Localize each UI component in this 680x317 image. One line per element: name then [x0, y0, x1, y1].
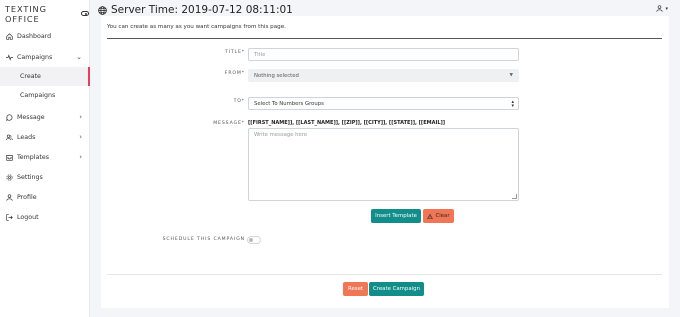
sidebar-item-dashboard[interactable]: Dashboard: [0, 26, 90, 46]
insert-template-button[interactable]: Insert Template: [371, 209, 421, 223]
sidebar-item-settings[interactable]: Settings: [0, 167, 90, 187]
sidebar-item-templates[interactable]: Templates ›: [0, 147, 90, 167]
divider: [107, 274, 662, 275]
sidebar-item-label: Message: [17, 113, 45, 121]
reset-label: Reset: [347, 286, 364, 292]
sidebar-item-label: Logout: [17, 213, 39, 221]
activity-icon: [6, 53, 13, 61]
reset-button[interactable]: Reset: [343, 282, 368, 296]
title-placeholder: Title: [254, 51, 266, 58]
create-campaign-button[interactable]: Create Campaign: [369, 282, 424, 296]
brand-title: TEXTING OFFICE: [5, 3, 47, 24]
chevron-right-icon: ›: [79, 153, 82, 161]
to-label: TO*: [233, 99, 245, 104]
globe-icon: [98, 5, 107, 15]
message-textarea[interactable]: Write message here: [248, 128, 519, 201]
logout-icon: [6, 213, 13, 221]
schedule-label: SCHEDULE THIS CAMPAIGN: [162, 237, 245, 242]
sidebar-item-leads[interactable]: Leads ›: [0, 127, 90, 147]
to-selected-value: Select To Numbers Groups: [254, 100, 324, 107]
gear-icon: [6, 173, 13, 181]
toggle-knob: [249, 238, 253, 242]
create-campaign-label: Create Campaign: [372, 286, 420, 292]
server-time: Server Time: 2019-07-12 08:11:01: [111, 4, 293, 16]
users-icon: [6, 134, 13, 141]
user-icon: [656, 5, 664, 12]
from-selected-value: Nothing selected: [254, 72, 299, 79]
inbox-icon: [6, 154, 13, 161]
resize-grip-icon[interactable]: [512, 194, 517, 199]
sidebar-subitem-create[interactable]: Create: [0, 67, 90, 86]
divider: [107, 38, 662, 39]
sidebar-item-message[interactable]: Message ›: [0, 107, 90, 127]
sidebar-item-label: Settings: [17, 173, 43, 181]
sidebar-item-logout[interactable]: Logout: [0, 207, 90, 227]
sidebar-item-campaigns[interactable]: Campaigns ⌄: [0, 47, 90, 67]
sidebar-item-label: Dashboard: [17, 32, 52, 40]
title-input[interactable]: Title: [248, 48, 519, 61]
user-icon: [6, 193, 13, 201]
chevron-right-icon: ›: [79, 113, 82, 121]
merge-tokens: [[FIRST_NAME]], [[LAST_NAME]], [[ZIP]], …: [248, 120, 446, 126]
user-menu[interactable]: ▾: [656, 5, 668, 12]
sidebar-toggle-icon[interactable]: [80, 11, 89, 16]
clear-label: Clear: [435, 213, 450, 219]
from-select[interactable]: Nothing selected ▼: [248, 69, 519, 82]
sidebar-item-label: Campaigns: [17, 53, 53, 61]
from-label: FROM*: [224, 71, 245, 76]
updown-icon: ▴ ▾: [511, 98, 514, 109]
message-label: MESSAGE*: [213, 121, 245, 126]
message-icon: [6, 113, 13, 121]
insert-template-label: Insert Template: [375, 213, 417, 219]
schedule-toggle[interactable]: [247, 236, 261, 244]
sidebar: TEXTING OFFICE Dashboard Campaigns ⌄ Cre…: [0, 0, 90, 317]
chevron-down-icon: ▼: [509, 73, 513, 78]
page-intro: You can create as many as you want campa…: [107, 24, 286, 30]
sidebar-item-profile[interactable]: Profile: [0, 187, 90, 207]
sidebar-subitem-label: Campaigns: [20, 92, 56, 99]
warning-icon: [427, 213, 434, 219]
sidebar-item-label: Profile: [17, 193, 37, 201]
brand: TEXTING OFFICE: [0, 0, 89, 27]
chevron-right-icon: ›: [79, 133, 82, 141]
message-placeholder: Write message here: [254, 132, 308, 138]
chevron-down-icon: ⌄: [76, 53, 82, 61]
sidebar-item-label: Leads: [17, 133, 36, 141]
title-label: TITLE*: [224, 50, 245, 55]
to-select[interactable]: Select To Numbers Groups ▴ ▾: [248, 97, 519, 110]
clear-button[interactable]: Clear: [423, 209, 454, 223]
home-icon: [6, 32, 13, 40]
sidebar-subitem-label: Create: [20, 73, 41, 80]
chevron-down-icon: ▾: [665, 5, 668, 12]
sidebar-subitem-campaigns[interactable]: Campaigns: [0, 86, 90, 105]
sidebar-item-label: Templates: [17, 153, 50, 161]
create-campaign-card: You can create as many as you want campa…: [101, 16, 669, 308]
